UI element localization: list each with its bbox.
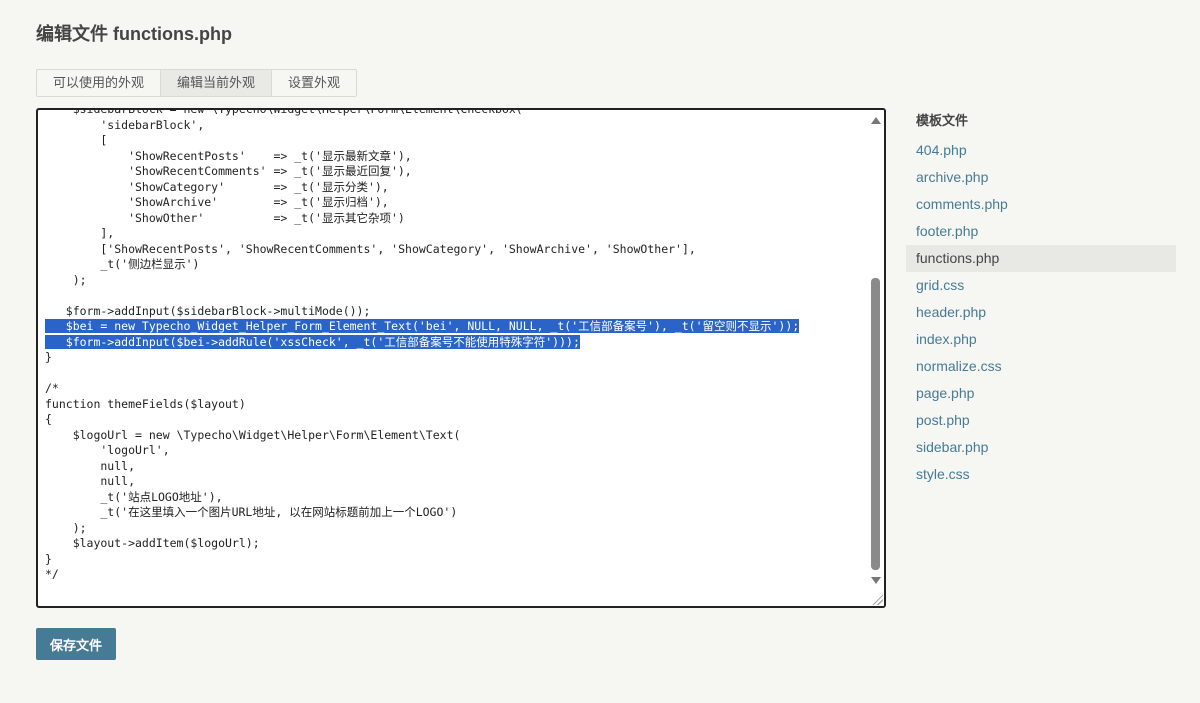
code-line-text: }	[45, 350, 52, 364]
code-line-text: $form->addInput($sidebarBlock->multiMode…	[45, 303, 371, 318]
code-line: 'sidebarBlock',	[45, 118, 799, 134]
file-link-comments-php[interactable]: comments.php	[906, 191, 1176, 218]
code-editor-textarea[interactable]: $sidebarBlock = new \Typecho\Widget\Help…	[36, 108, 886, 608]
scroll-up-arrow-icon[interactable]	[871, 117, 881, 124]
file-list: 404.php archive.php comments.php footer.php…	[906, 137, 1176, 488]
code-line: */	[45, 567, 799, 583]
editor-scrollbar[interactable]	[868, 110, 884, 606]
code-line: 'ShowOther' => _t('显示其它杂项')	[45, 211, 799, 227]
code-viewport: $sidebarBlock = new \Typecho\Widget\Help…	[38, 110, 868, 606]
code-line-text: null,	[45, 474, 136, 488]
code-line: _t('在这里填入一个图片URL地址, 以在网站标题前加上一个LOGO')	[45, 505, 799, 521]
theme-tabs: 可以使用的外观 编辑当前外观 设置外观	[36, 69, 358, 97]
code-line: _t('侧边栏显示')	[45, 257, 799, 273]
code-line-text: ],	[45, 226, 115, 240]
code-line: $sidebarBlock = new \Typecho\Widget\Help…	[45, 110, 799, 118]
save-file-button[interactable]: 保存文件	[36, 628, 116, 660]
code-line: null,	[45, 474, 799, 490]
code-line-text: 'sidebarBlock',	[45, 117, 205, 132]
code-line-text: $layout->addItem($logoUrl);	[45, 536, 260, 550]
code-line-text: 'logoUrl',	[45, 443, 170, 457]
file-link-page-php[interactable]: page.php	[906, 380, 1176, 407]
code-line: 'ShowArchive' => _t('显示归档'),	[45, 195, 799, 211]
code-line: {	[45, 412, 799, 428]
code-line: 'logoUrl',	[45, 443, 799, 459]
code-line-text: _t('侧边栏显示')	[45, 257, 200, 271]
code-line: }	[45, 350, 799, 366]
scroll-down-arrow-icon[interactable]	[871, 577, 881, 584]
code-line-text: null,	[45, 458, 136, 473]
code-line-text: [	[45, 133, 108, 147]
code-line-text: $bei = new Typecho_Widget_Helper_Form_El…	[45, 319, 800, 333]
code-line: function themeFields($layout)	[45, 397, 799, 413]
scrollbar-thumb[interactable]	[871, 278, 880, 570]
resize-handle-icon[interactable]	[871, 593, 883, 605]
template-files-sidebar: 模板文件 404.php archive.php comments.php foote…	[906, 110, 1176, 488]
file-link-index-php[interactable]: index.php	[906, 326, 1176, 353]
code-line: null,	[45, 459, 799, 475]
code-line-text: }	[45, 551, 52, 566]
code-line-text: $sidebarBlock = new \Typecho\Widget\Help…	[45, 110, 523, 116]
tab-theme-settings[interactable]: 设置外观	[272, 70, 356, 96]
code-line: $logoUrl = new \Typecho\Widget\Helper\Fo…	[45, 428, 799, 444]
code-line: 'ShowRecentPosts' => _t('显示最新文章'),	[45, 149, 799, 165]
code-line-text: 'ShowOther' => _t('显示其它杂项')	[45, 210, 405, 225]
code-line-text: );	[45, 272, 87, 287]
code-line: $form->addInput($sidebarBlock->multiMode…	[45, 304, 799, 320]
code-line: ['ShowRecentPosts', 'ShowRecentComments'…	[45, 242, 799, 258]
code-line: );	[45, 521, 799, 537]
code-line: }	[45, 552, 799, 568]
page-title: 编辑文件 functions.php	[36, 24, 232, 44]
code-line-text: ['ShowRecentPosts', 'ShowRecentComments'…	[45, 241, 696, 256]
code-line: $layout->addItem($logoUrl);	[45, 536, 799, 552]
code-line: ],	[45, 226, 799, 242]
code-line: );	[45, 273, 799, 289]
file-link-grid-css[interactable]: grid.css	[906, 272, 1176, 299]
code-line: /*	[45, 381, 799, 397]
tab-edit-current-theme[interactable]: 编辑当前外观	[161, 70, 273, 96]
code-line-text: */	[45, 567, 59, 581]
code-line-text: function themeFields($layout)	[45, 396, 246, 411]
code-line-text: );	[45, 520, 87, 535]
code-line-text: _t('在这里填入一个图片URL地址, 以在网站标题前加上一个LOGO')	[45, 505, 458, 519]
file-link-footer-php[interactable]: footer.php	[906, 218, 1176, 245]
file-link-404-php[interactable]: 404.php	[906, 137, 1176, 164]
code-content: $sidebarBlock = new \Typecho\Widget\Help…	[45, 110, 800, 583]
file-link-post-php[interactable]: post.php	[906, 407, 1176, 434]
file-link-archive-php[interactable]: archive.php	[906, 164, 1176, 191]
code-line-text: _t('站点LOGO地址'),	[45, 489, 223, 504]
file-link-header-php[interactable]: header.php	[906, 299, 1176, 326]
code-line-text: 'ShowArchive' => _t('显示归档'),	[45, 195, 389, 209]
file-link-functions-php[interactable]: functions.php	[906, 245, 1176, 272]
code-line-text: $form->addInput($bei->addRule('xssCheck'…	[45, 334, 580, 349]
code-line-text: /*	[45, 381, 59, 395]
file-link-normalize-css[interactable]: normalize.css	[906, 353, 1176, 380]
file-link-sidebar-php[interactable]: sidebar.php	[906, 434, 1176, 461]
file-link-style-css[interactable]: style.css	[906, 461, 1176, 488]
code-line: [	[45, 133, 799, 149]
code-line: _t('站点LOGO地址'),	[45, 490, 799, 506]
code-line-text: {	[45, 412, 52, 426]
sidebar-title: 模板文件	[916, 113, 969, 128]
code-line-text: $logoUrl = new \Typecho\Widget\Helper\Fo…	[45, 427, 461, 442]
code-line-text: 'ShowRecentPosts' => _t('显示最新文章'),	[45, 148, 412, 163]
code-line-text: 'ShowCategory' => _t('显示分类'),	[45, 179, 389, 194]
code-line-selected: $form->addInput($bei->addRule('xssCheck'…	[45, 334, 799, 351]
code-line-selected: $bei = new Typecho_Widget_Helper_Form_El…	[45, 319, 800, 335]
code-line: 'ShowCategory' => _t('显示分类'),	[45, 180, 799, 196]
code-line-text: 'ShowRecentComments' => _t('显示最近回复'),	[45, 164, 412, 178]
tab-available-themes[interactable]: 可以使用的外观	[37, 70, 162, 96]
code-line: 'ShowRecentComments' => _t('显示最近回复'),	[45, 164, 799, 180]
